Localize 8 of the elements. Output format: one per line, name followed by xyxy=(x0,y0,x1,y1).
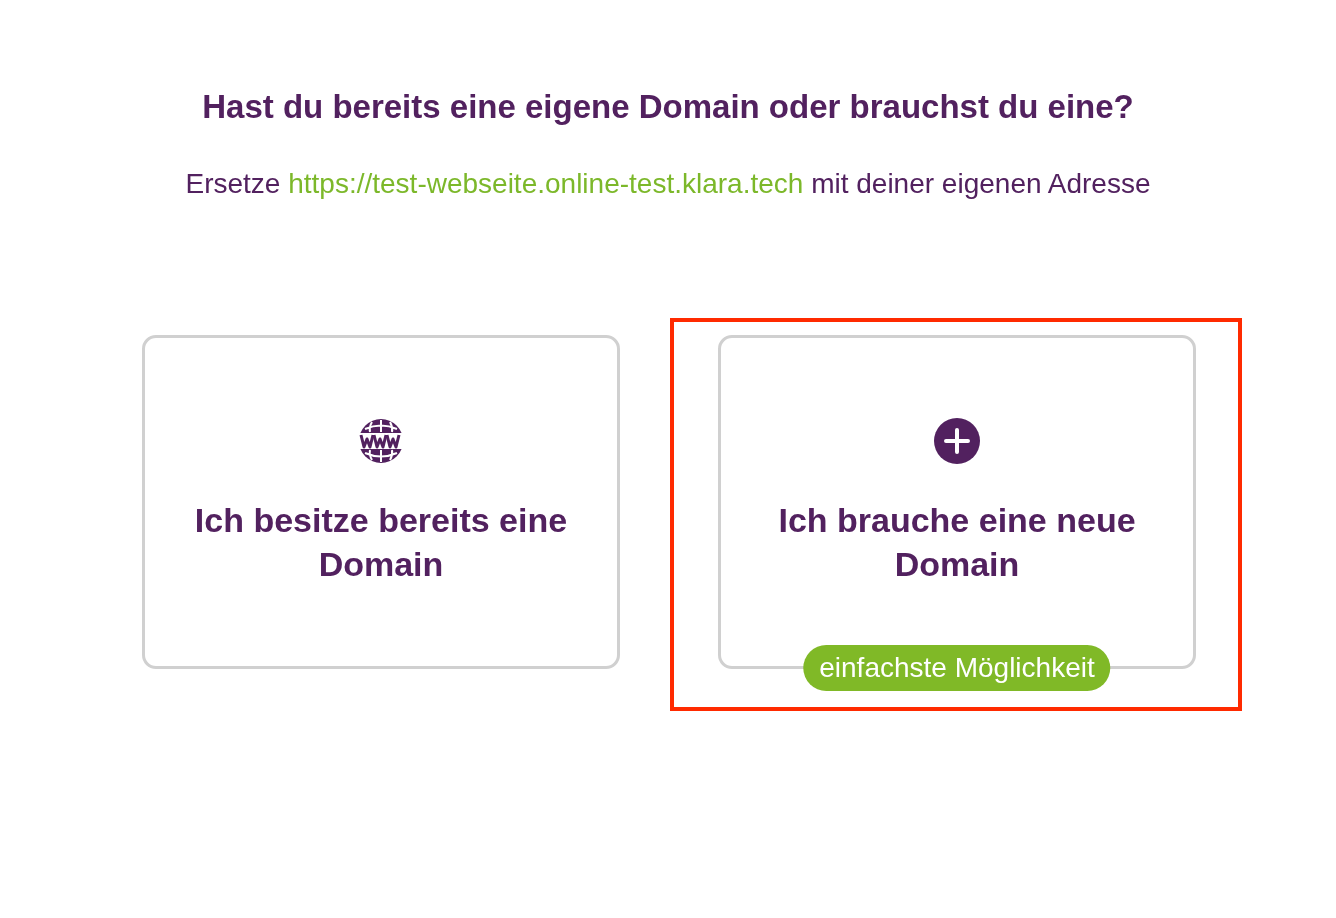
plus-circle-icon xyxy=(934,418,980,464)
option-card[interactable]: Ich besitze bereits eine Domain xyxy=(142,335,620,669)
page-heading: Hast du bereits eine eigene Domain oder brauchst du eine? xyxy=(202,87,1134,127)
option-title: Ich brauche eine neue Domain xyxy=(777,500,1137,585)
instruction-text: Ersetze https://test-webseite.online-test.klara.tech mit deiner eigenen Adresse xyxy=(185,167,1151,201)
globe-icon xyxy=(358,418,404,464)
option-title: Ich besitze bereits eine Domain xyxy=(193,500,569,585)
recommendation-badge: einfachste Möglichkeit xyxy=(803,645,1111,691)
